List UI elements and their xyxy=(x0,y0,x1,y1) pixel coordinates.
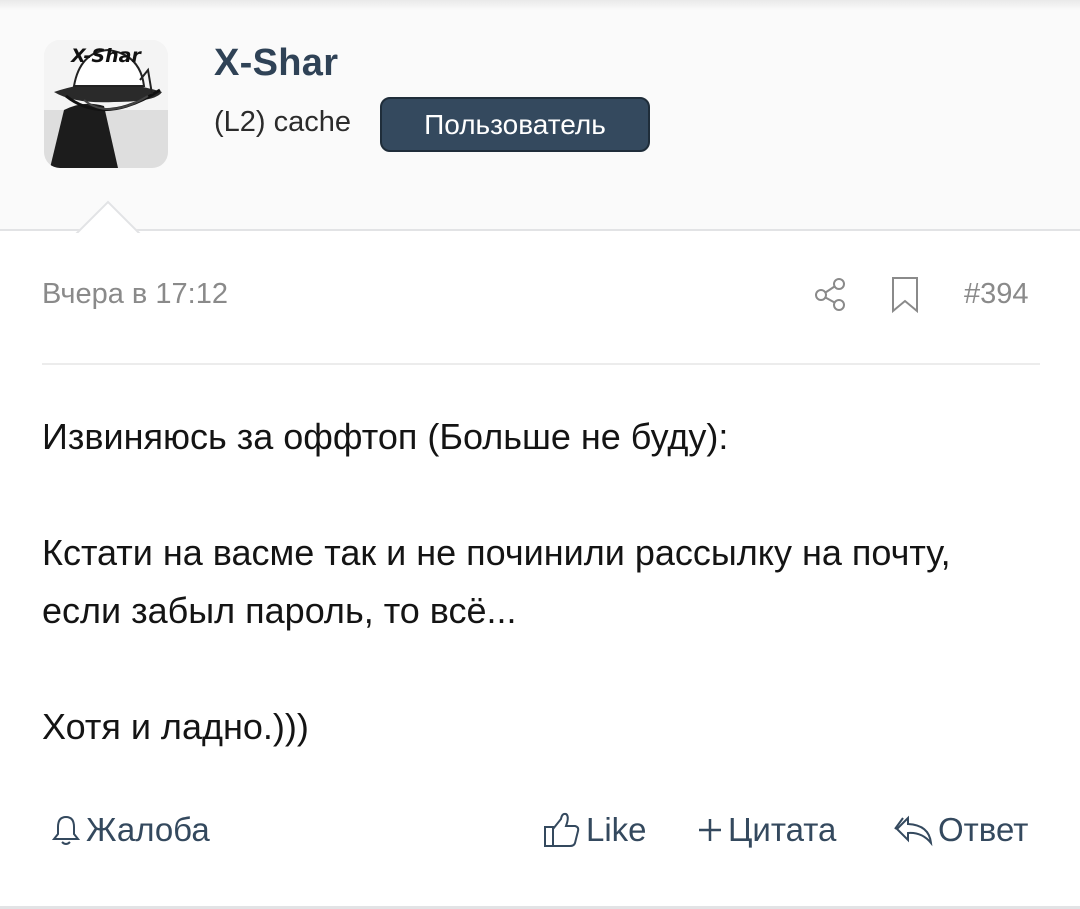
share-icon[interactable] xyxy=(812,276,848,312)
avatar-logo-text: X-Shar xyxy=(70,45,142,67)
quote-button[interactable]: Цитата xyxy=(696,808,836,852)
post-number[interactable]: #394 xyxy=(964,278,1029,311)
bookmark-icon[interactable] xyxy=(888,276,922,314)
user-title: (L2) cache xyxy=(214,106,352,138)
post-pointer-arrow xyxy=(66,192,148,233)
thumbs-up-icon xyxy=(544,812,580,847)
report-label: Жалоба xyxy=(86,811,210,848)
plus-icon xyxy=(699,819,721,841)
post-date[interactable]: Вчера в 17:12 xyxy=(42,278,228,311)
avatar-image: X-Shar xyxy=(44,40,168,168)
like-button[interactable]: Like xyxy=(542,808,647,852)
username[interactable]: X-Shar xyxy=(214,42,338,85)
bell-icon xyxy=(51,815,81,845)
report-button[interactable]: Жалоба xyxy=(50,808,210,852)
avatar[interactable]: X-Shar xyxy=(44,40,168,168)
reply-button[interactable]: Ответ xyxy=(894,808,1028,852)
divider xyxy=(42,363,1040,365)
message-paragraph: Кстати на васме так и не починили рассыл… xyxy=(42,532,951,631)
like-label: Like xyxy=(586,811,647,848)
quote-label: Цитата xyxy=(728,811,837,848)
reply-label: Ответ xyxy=(938,811,1029,848)
message-paragraph: Хотя и ладно.))) xyxy=(42,706,309,747)
message-body: Извиняюсь за оффтоп (Больше не буду): Кс… xyxy=(42,408,1042,756)
user-group-badge: Пользователь xyxy=(380,97,650,152)
user-block: X-Shar X-Shar (L2) cache Пользователь xyxy=(0,0,1080,231)
reply-icon xyxy=(894,815,933,847)
message-paragraph: Извиняюсь за оффтоп (Больше не буду): xyxy=(42,416,729,457)
forum-post: X-Shar X-Shar (L2) cache Пользователь Вч… xyxy=(0,0,1080,909)
